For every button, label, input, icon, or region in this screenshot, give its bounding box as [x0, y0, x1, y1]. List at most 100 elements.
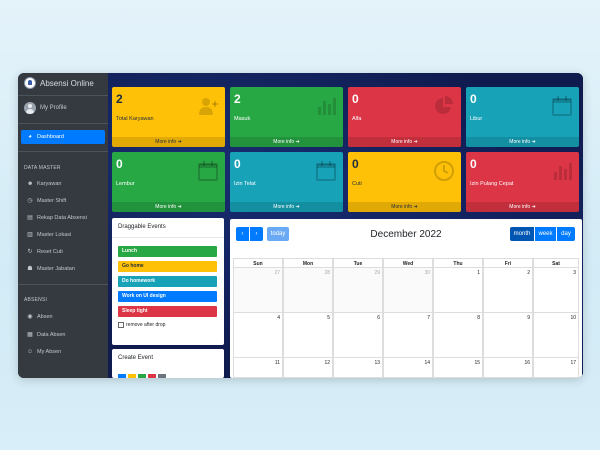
- calendar-day-cell[interactable]: 16: [483, 358, 533, 378]
- checkbox[interactable]: [118, 322, 124, 328]
- nav-header-data-master: DATA MASTER: [24, 165, 61, 171]
- sidebar-item-label: Absen: [37, 314, 53, 320]
- event-sleep-tight[interactable]: Sleep tight: [118, 306, 217, 317]
- clock-icon: ◷: [27, 198, 33, 204]
- day-number: 14: [424, 360, 430, 366]
- sidebar-item-rekap-data-absensi[interactable]: ▤ Rekap Data Absensi: [21, 211, 105, 225]
- bar-chart-icon: [554, 163, 572, 180]
- calendar-day-cell[interactable]: 4: [233, 313, 283, 358]
- calendar-day-cell[interactable]: 17: [533, 358, 579, 378]
- sidebar-item-data-absen[interactable]: ▦ Data Absen: [21, 328, 105, 342]
- sidebar-item-master-jabatan[interactable]: ☗ Master Jabatan: [21, 262, 105, 276]
- calendar-day-cell[interactable]: 6: [333, 313, 383, 358]
- calendar-day-cell[interactable]: 12: [283, 358, 333, 378]
- calendar-day-cell[interactable]: 8: [433, 313, 483, 358]
- more-info-link[interactable]: More info ➜: [348, 202, 461, 212]
- calendar-week-row: 4 5 6 7 8 9 10: [233, 313, 579, 358]
- day-number: 4: [277, 315, 280, 321]
- swatch-gray[interactable]: [158, 374, 166, 378]
- clock-icon: [434, 161, 454, 181]
- pie-chart-icon: [435, 96, 453, 114]
- more-info-link[interactable]: More info ➜: [466, 202, 579, 212]
- calendar-day-cell[interactable]: 28: [283, 268, 333, 313]
- more-info-link[interactable]: More info ➜: [112, 137, 225, 147]
- user-plus-icon: [199, 98, 218, 115]
- calendar-day-cell[interactable]: 3: [533, 268, 579, 313]
- calendar-day-cell[interactable]: 29: [333, 268, 383, 313]
- sidebar-item-label: Master Lokasi: [37, 232, 72, 238]
- calendar-week-row: 27 28 29 30 1 2 3: [233, 268, 579, 313]
- checkbox-label: remove after drop: [126, 322, 166, 328]
- box-value: 0: [352, 92, 359, 106]
- more-info-link[interactable]: More info ➜: [230, 202, 343, 212]
- today-button[interactable]: today: [267, 227, 289, 241]
- calendar-day-cell[interactable]: 10: [533, 313, 579, 358]
- day-number: 27: [274, 270, 280, 276]
- weekday-sat: Sat: [533, 258, 579, 268]
- swatch-green[interactable]: [138, 374, 146, 378]
- content-area: 2 Total Karyawan More info ➜ 2 Masuk Mor…: [108, 73, 583, 378]
- info-box-izin-pulang-cepat: 0 Izin Pulang Cepat More info ➜: [466, 152, 579, 212]
- swatch-yellow[interactable]: [128, 374, 136, 378]
- calendar-day-cell[interactable]: 9: [483, 313, 533, 358]
- more-info-link[interactable]: More info ➜: [230, 137, 343, 147]
- color-swatches: [118, 374, 166, 378]
- event-lunch[interactable]: Lunch: [118, 246, 217, 257]
- calendar-day-cell[interactable]: 30: [383, 268, 433, 313]
- day-number: 15: [474, 360, 480, 366]
- calendar-day-cell[interactable]: 2: [483, 268, 533, 313]
- sidebar-item-label: Master Jabatan: [37, 266, 75, 272]
- more-info-link[interactable]: More info ➜: [466, 137, 579, 147]
- event-do-homework[interactable]: Do homework: [118, 276, 217, 287]
- calendar-day-cell[interactable]: 7: [383, 313, 433, 358]
- next-month-button[interactable]: ›: [250, 227, 263, 241]
- calendar-icon: [198, 161, 218, 181]
- sidebar-item-karyawan[interactable]: ☻ Karyawan: [21, 177, 105, 191]
- day-number: 30: [424, 270, 430, 276]
- view-day-button[interactable]: day: [557, 227, 575, 241]
- swatch-red[interactable]: [148, 374, 156, 378]
- calendar-icon: [552, 96, 572, 116]
- card-title: Draggable Events: [118, 224, 166, 230]
- day-number: 5: [327, 315, 330, 321]
- sidebar-item-dashboard[interactable]: ◕ Dashboard: [21, 130, 105, 144]
- box-value: 0: [352, 157, 359, 171]
- sidebar: Absensi Online My Profile ◕ Dashboard DA…: [18, 73, 108, 378]
- calendar-day-cell[interactable]: 15: [433, 358, 483, 378]
- calendar-day-cell[interactable]: 11: [233, 358, 283, 378]
- user-panel[interactable]: My Profile: [18, 97, 108, 124]
- swatch-blue[interactable]: [118, 374, 126, 378]
- prev-month-button[interactable]: ‹: [236, 227, 249, 241]
- sidebar-item-reset-cuti[interactable]: ↻ Reset Cuti: [21, 245, 105, 259]
- user-name: My Profile: [40, 105, 67, 111]
- users-icon: ☻: [27, 181, 34, 187]
- event-work-on-ui-design[interactable]: Work on UI design: [118, 291, 217, 302]
- info-box-lembur: 0 Lembur More info ➜: [112, 152, 225, 212]
- calendar-day-cell[interactable]: 13: [333, 358, 383, 378]
- day-number: 10: [570, 315, 576, 321]
- view-week-button[interactable]: week: [535, 227, 556, 241]
- day-number: 11: [274, 360, 280, 366]
- more-info-link[interactable]: More info ➜: [112, 202, 225, 212]
- day-number: 28: [324, 270, 330, 276]
- info-box-cuti: 0 Cuti More info ➜: [348, 152, 461, 212]
- sidebar-item-my-absen[interactable]: ☺ My Absen: [21, 345, 105, 359]
- app-window: Absensi Online My Profile ◕ Dashboard DA…: [18, 73, 583, 378]
- view-month-button[interactable]: month: [510, 227, 534, 241]
- sidebar-item-absen[interactable]: ◉ Absen: [21, 310, 105, 324]
- sidebar-item-label: Data Absen: [37, 332, 66, 338]
- event-go-home[interactable]: Go home: [118, 261, 217, 272]
- box-value: 0: [470, 157, 477, 171]
- calendar-day-cell[interactable]: 14: [383, 358, 433, 378]
- calendar-title: December 2022: [370, 229, 442, 240]
- calendar-day-cell[interactable]: 1: [433, 268, 483, 313]
- more-info-link[interactable]: More info ➜: [348, 137, 461, 147]
- brand[interactable]: Absensi Online: [18, 73, 108, 96]
- box-value: 0: [234, 157, 241, 171]
- calendar-day-cell[interactable]: 5: [283, 313, 333, 358]
- sidebar-item-master-lokasi[interactable]: ▥ Master Lokasi: [21, 228, 105, 242]
- calendar-day-cell[interactable]: 27: [233, 268, 283, 313]
- weekday-thu: Thu: [433, 258, 483, 268]
- sidebar-item-master-shift[interactable]: ◷ Master Shift: [21, 194, 105, 208]
- remove-after-drop-checkbox[interactable]: remove after drop: [118, 322, 165, 328]
